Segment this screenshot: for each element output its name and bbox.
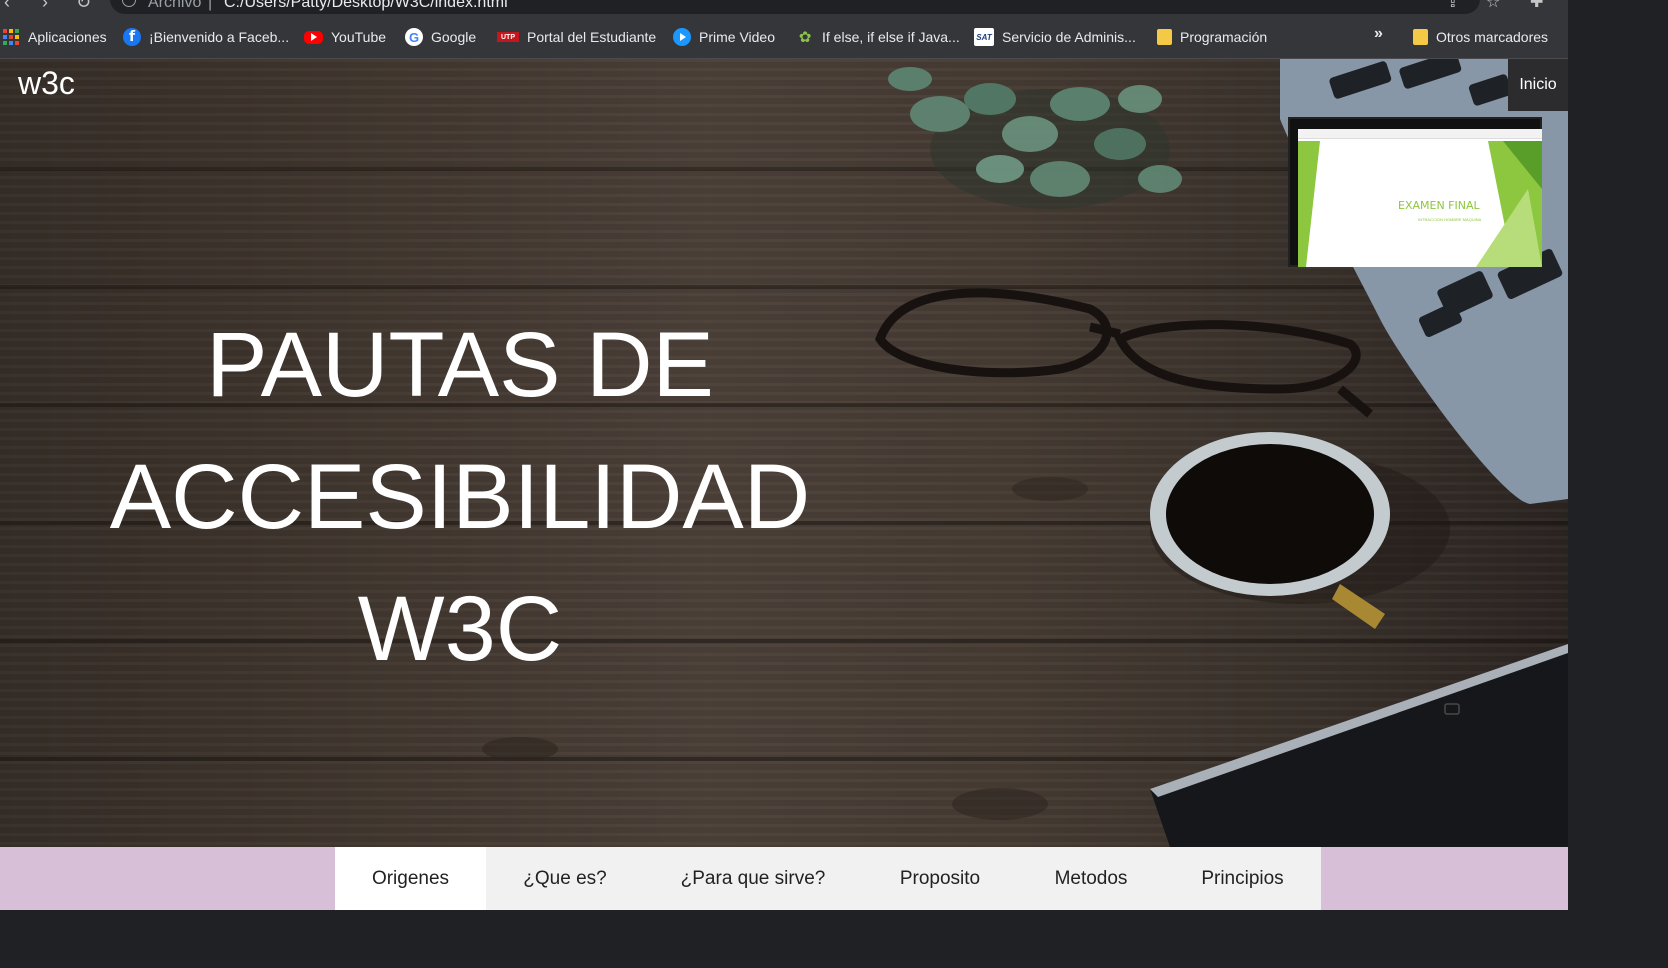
bookmark-label: Otros marcadores	[1436, 29, 1549, 45]
more-bookmarks-chevron-icon[interactable]: »	[1374, 25, 1383, 43]
hero-title-line: W3C	[357, 578, 563, 680]
forward-icon[interactable]: ›	[42, 0, 48, 13]
url-separator: |	[208, 0, 213, 11]
hero-title-line: ACCESIBILIDAD	[109, 446, 811, 548]
section-tab-bar: Origenes ¿Que es? ¿Para que sirve? Propo…	[0, 847, 1568, 910]
url-text[interactable]: C:/Users/Patty/Desktop/W3C/index.html	[224, 0, 508, 12]
tab-que-es[interactable]: ¿Que es?	[486, 847, 644, 910]
tab-para-que-sirve[interactable]: ¿Para que sirve?	[644, 847, 862, 910]
apps-grid-icon	[2, 28, 20, 46]
bookmark-label: Servicio de Adminis...	[1002, 29, 1136, 45]
bookmark-sat[interactable]: SAT Servicio de Adminis...	[974, 17, 1136, 57]
share-icon[interactable]: ⇪	[1446, 0, 1459, 12]
facebook-icon: f	[123, 28, 141, 46]
back-icon[interactable]: ‹	[4, 0, 10, 13]
bookmark-label: YouTube	[331, 29, 387, 45]
nav-inicio-link[interactable]: Inicio	[1508, 59, 1568, 111]
bookmark-label: ¡Bienvenido a Faceb...	[149, 29, 290, 45]
hero-section: w3c Inicio EXAMEN FINAL INTRACCION HOMBR…	[0, 59, 1568, 847]
bookmark-label: Programación	[1180, 29, 1268, 45]
slide-subtitle: INTRACCION HOMBRE MAQUINA	[1418, 217, 1482, 222]
tab-origenes[interactable]: Origenes	[335, 847, 486, 910]
hero-title-line: PAUTAS DE	[206, 314, 714, 416]
presentation-thumbnail[interactable]: EXAMEN FINAL INTRACCION HOMBRE MAQUINA	[1288, 117, 1542, 267]
bookmark-facebook[interactable]: f ¡Bienvenido a Faceb...	[123, 17, 289, 57]
sat-icon: SAT	[974, 28, 994, 46]
extensions-icon[interactable]: ✚	[1530, 0, 1543, 12]
ifelse-icon: ✿	[798, 29, 812, 46]
folder-icon	[1157, 29, 1172, 45]
bookmark-if-else-java[interactable]: ✿ If else, if else if Java...	[796, 17, 960, 57]
tab-proposito[interactable]: Proposito	[862, 847, 1018, 910]
browser-toolbar: ‹ › ↻ Archivo | C:/Users/Patty/Desktop/W…	[0, 0, 1568, 17]
bookmark-otros-marcadores[interactable]: Otros marcadores	[1413, 17, 1548, 57]
utp-icon: UTP	[497, 32, 519, 42]
bookmark-prime-video[interactable]: Prime Video	[673, 17, 775, 57]
bookmark-label: Aplicaciones	[28, 29, 107, 45]
tab-metodos[interactable]: Metodos	[1018, 847, 1164, 910]
google-icon: G	[405, 28, 423, 46]
slide-decoration	[1298, 141, 1542, 267]
prime-video-icon	[673, 28, 691, 46]
tab-list: Origenes ¿Que es? ¿Para que sirve? Propo…	[335, 847, 1321, 910]
bookmarks-bar: Aplicaciones f ¡Bienvenido a Faceb... Yo…	[0, 17, 1568, 59]
bookmark-portal-estudiante[interactable]: UTP Portal del Estudiante	[497, 17, 656, 57]
youtube-icon	[304, 30, 323, 44]
bookmark-label: Prime Video	[699, 29, 776, 45]
reload-icon[interactable]: ↻	[76, 0, 91, 13]
page-content: w3c Inicio EXAMEN FINAL INTRACCION HOMBR…	[0, 59, 1568, 910]
bookmark-label: Portal del Estudiante	[527, 29, 657, 45]
bookmark-programacion[interactable]: Programación	[1157, 17, 1267, 57]
bookmark-label: If else, if else if Java...	[822, 29, 960, 45]
bookmark-label: Google	[431, 29, 477, 45]
bookmark-youtube[interactable]: YouTube	[304, 17, 386, 57]
slide-title: EXAMEN FINAL	[1398, 199, 1480, 212]
site-logo[interactable]: w3c	[18, 65, 75, 102]
hero-title: PAUTAS DE ACCESIBILIDAD W3C	[60, 299, 860, 695]
tab-principios[interactable]: Principios	[1164, 847, 1321, 910]
url-scheme: Archivo	[148, 0, 202, 11]
bookmark-aplicaciones[interactable]: Aplicaciones	[2, 17, 107, 57]
star-icon[interactable]: ☆	[1486, 0, 1500, 12]
folder-icon	[1413, 29, 1428, 45]
bookmark-google[interactable]: G Google	[405, 17, 476, 57]
slide-preview: EXAMEN FINAL INTRACCION HOMBRE MAQUINA	[1298, 129, 1542, 267]
